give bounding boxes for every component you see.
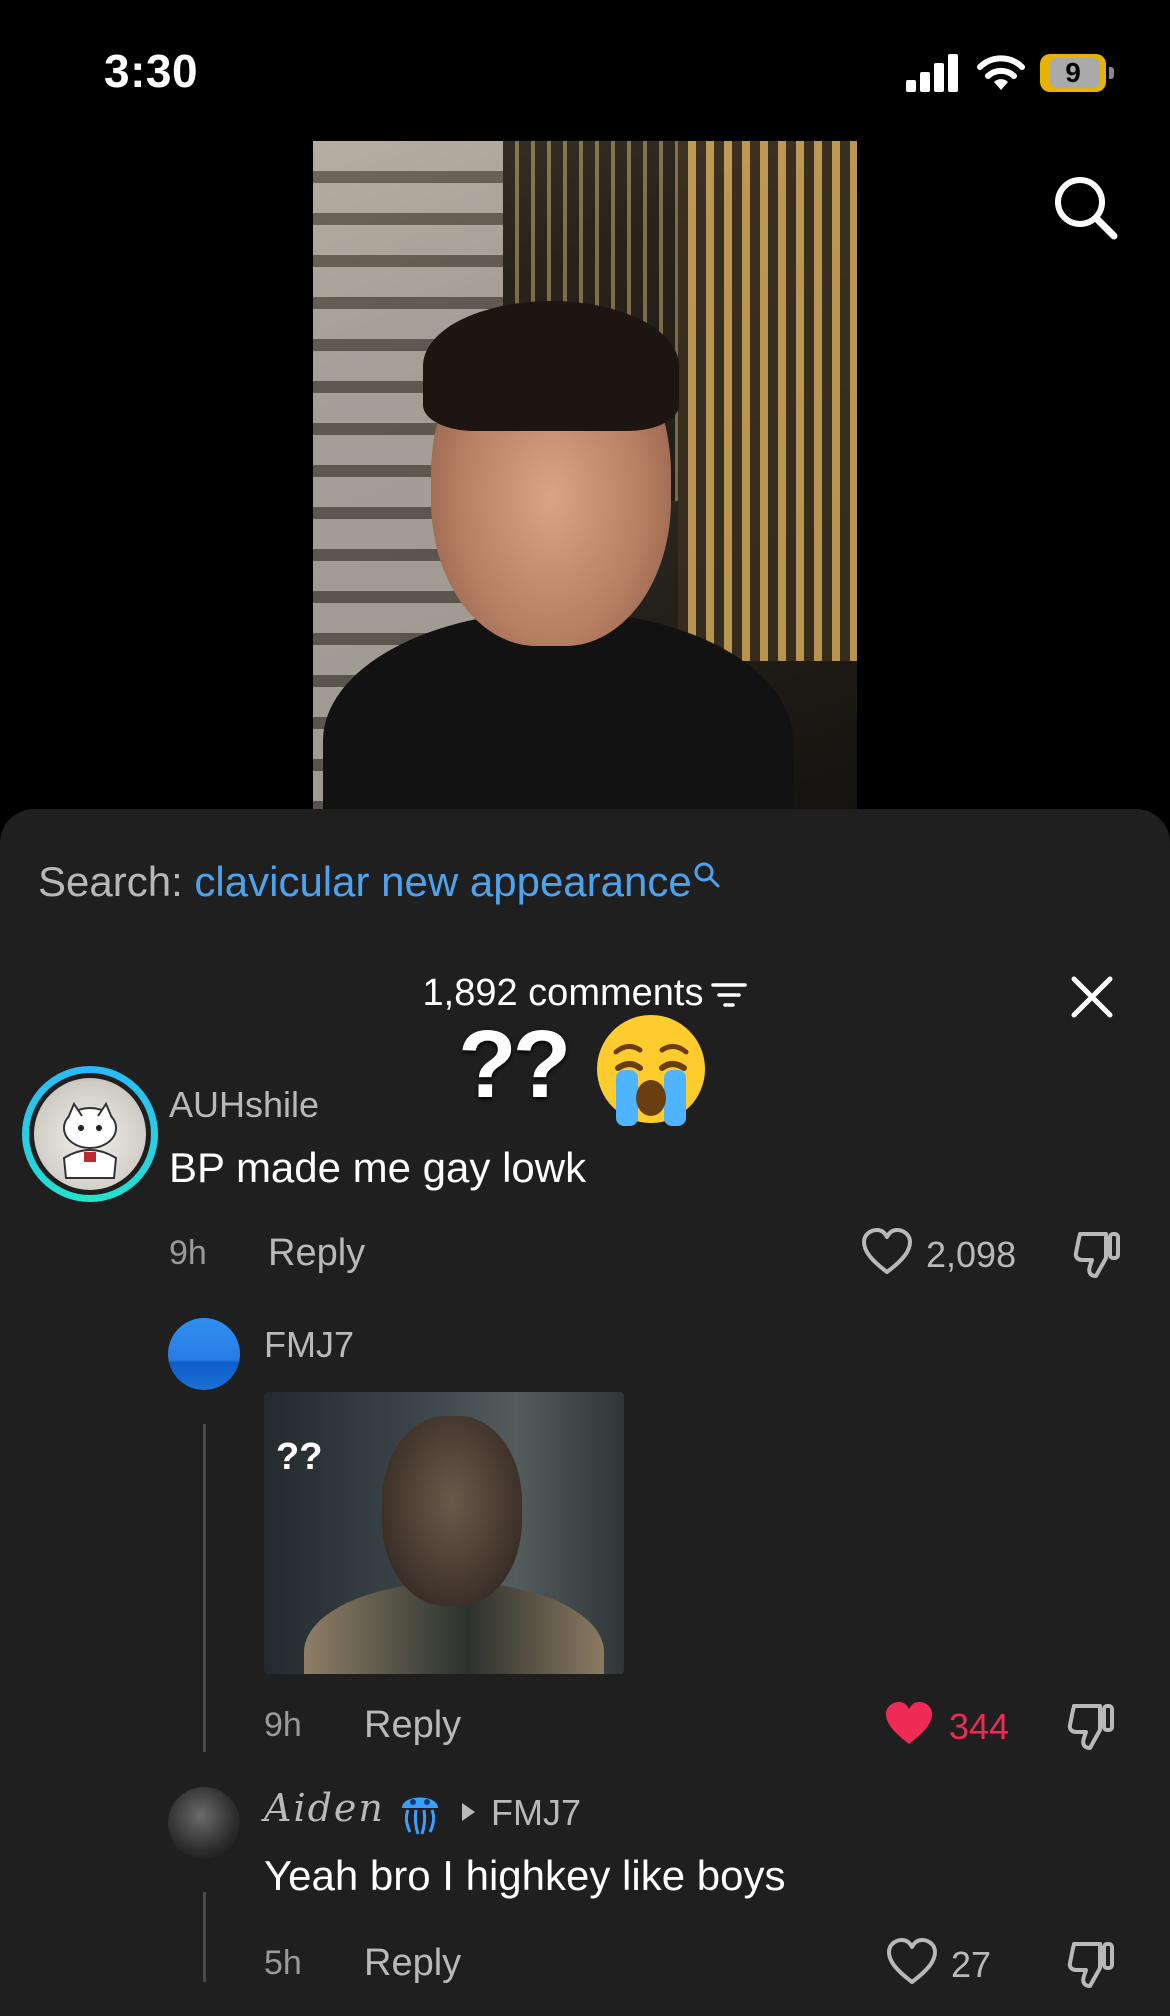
reply-to-arrow-icon xyxy=(462,1803,475,1821)
avatar-illustration xyxy=(62,1101,118,1179)
search-suggestion[interactable]: Search: clavicular new appearance xyxy=(38,858,722,906)
search-suggestion-label: Search: xyxy=(38,858,183,905)
comment-time: 9h xyxy=(169,1234,207,1272)
avatar[interactable] xyxy=(168,1318,240,1390)
comments-count: 1,892 comments xyxy=(422,972,704,1014)
reply-time: 9h xyxy=(264,1706,302,1744)
comments-header: 1,892 comments xyxy=(0,972,1170,1015)
like-count: 344 xyxy=(949,1706,1010,1747)
search-suggestion-query[interactable]: clavicular new appearance xyxy=(194,858,691,905)
search-icon[interactable] xyxy=(1050,172,1122,244)
dislike-icon[interactable] xyxy=(1066,1938,1116,1990)
comment-username[interactable]: AUHshile xyxy=(169,1084,319,1126)
signal-icon xyxy=(906,54,958,92)
search-icon xyxy=(694,862,720,888)
gif-caption: ?? xyxy=(276,1436,323,1478)
dislike-icon[interactable] xyxy=(1066,1700,1116,1752)
thread-line xyxy=(203,1424,206,1752)
jellyfish-emoji-icon xyxy=(402,1797,438,1835)
like-count: 27 xyxy=(951,1944,992,1985)
battery-icon: 9 xyxy=(1040,54,1114,92)
status-time: 3:30 xyxy=(104,45,199,97)
avatar[interactable] xyxy=(22,1066,158,1202)
like-count: 2,098 xyxy=(926,1234,1017,1275)
thread-line xyxy=(203,1892,206,1982)
battery-level: 9 xyxy=(1065,57,1081,88)
avatar[interactable] xyxy=(168,1787,240,1859)
wifi-icon xyxy=(977,55,1025,90)
close-icon[interactable] xyxy=(1068,973,1116,1021)
video-player[interactable] xyxy=(313,141,857,809)
heart-icon[interactable] xyxy=(886,1938,938,1986)
reply-text: Yeah bro I highkey like boys xyxy=(264,1852,786,1899)
reply-button[interactable]: Reply xyxy=(364,1942,461,1985)
reply-to-username[interactable]: FMJ7 xyxy=(491,1792,581,1834)
filter-icon[interactable] xyxy=(711,981,748,1009)
reply-button[interactable]: Reply xyxy=(268,1232,365,1275)
dislike-icon[interactable] xyxy=(1072,1228,1122,1280)
reply-time: 5h xyxy=(264,1944,302,1982)
comment-text: BP made me gay lowk xyxy=(169,1144,587,1191)
reply-username[interactable]: Aiden xyxy=(264,1786,385,1830)
crying-emoji-icon xyxy=(597,1015,705,1126)
reply-button[interactable]: Reply xyxy=(364,1704,461,1747)
heart-icon[interactable] xyxy=(883,1700,935,1748)
gif-image[interactable]: ?? xyxy=(264,1392,624,1674)
reply-username[interactable]: FMJ7 xyxy=(264,1324,354,1366)
sticker-question-marks: ?? xyxy=(458,1011,571,1118)
heart-icon[interactable] xyxy=(861,1228,913,1276)
